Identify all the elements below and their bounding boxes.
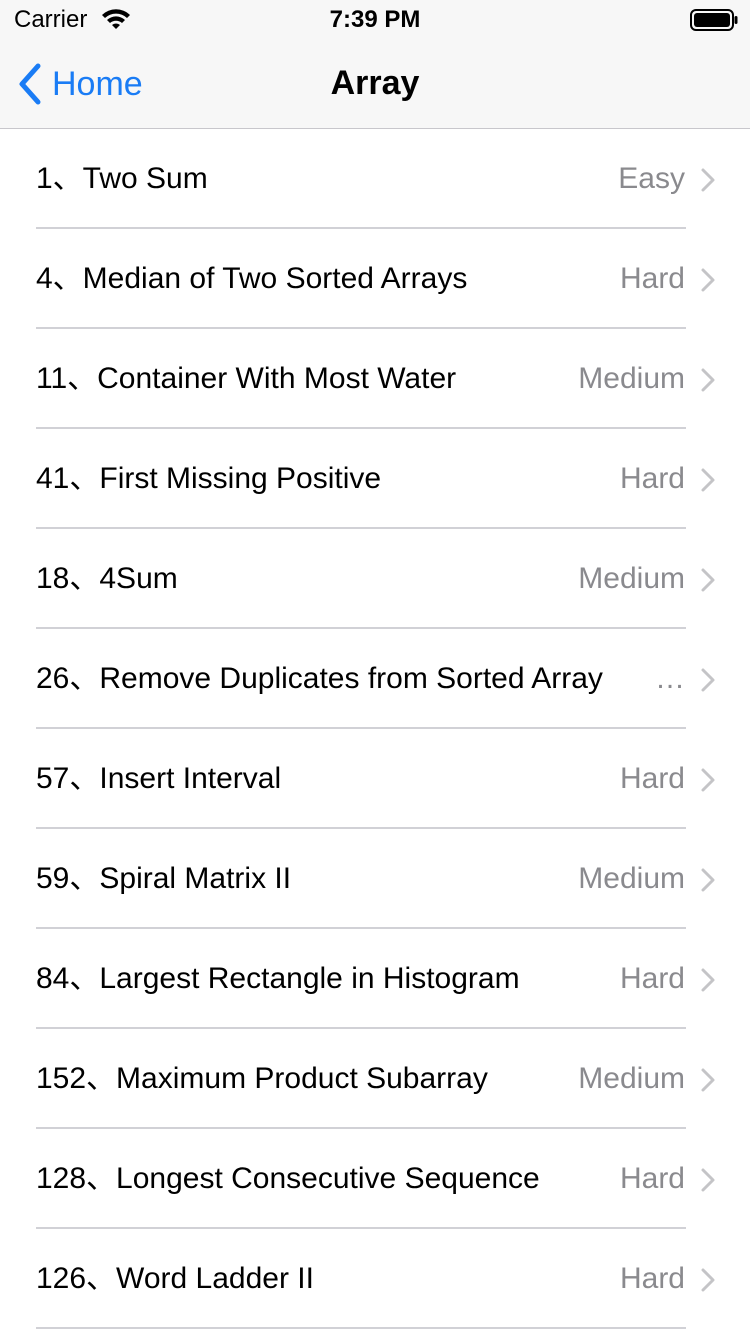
item-difficulty: Hard (619, 762, 685, 795)
list-item[interactable]: 4、Median of Two Sorted Arrays Hard (0, 229, 750, 329)
list-item[interactable]: 57、Insert Interval Hard (0, 729, 750, 829)
item-title: 1、Two Sum (36, 162, 208, 195)
status-time: 7:39 PM (329, 6, 421, 33)
item-title: 41、First Missing Positive (36, 462, 382, 495)
chevron-right-icon (701, 468, 715, 492)
list-item[interactable]: 26、Remove Duplicates from Sorted Array … (0, 629, 750, 729)
item-title: 59、Spiral Matrix II (36, 862, 292, 895)
item-difficulty: Medium (578, 1062, 685, 1095)
chevron-right-icon (701, 1168, 715, 1192)
list-item[interactable]: 41、First Missing Positive Hard (0, 429, 750, 529)
list-item[interactable]: 152、Maximum Product Subarray Medium (0, 1029, 750, 1129)
battery-icon (690, 9, 738, 31)
item-title: 18、4Sum (36, 562, 178, 595)
item-title: 152、Maximum Product Subarray (36, 1062, 488, 1095)
item-difficulty: Hard (619, 462, 685, 495)
list-item[interactable]: 84、Largest Rectangle in Histogram Hard (0, 929, 750, 1029)
chevron-right-icon (701, 868, 715, 892)
item-title: 126、Word Ladder II (36, 1262, 314, 1295)
list-item[interactable]: 128、Longest Consecutive Sequence Hard (0, 1129, 750, 1229)
chevron-right-icon (701, 668, 715, 692)
item-difficulty: Medium (578, 562, 685, 595)
row-separator (36, 1327, 686, 1329)
page-title: Array (330, 64, 420, 102)
chevron-right-icon (701, 268, 715, 292)
status-bar: Carrier 7:39 PM (0, 0, 750, 40)
chevron-right-icon (701, 1068, 715, 1092)
chevron-right-icon (701, 168, 715, 192)
item-title: 128、Longest Consecutive Sequence (36, 1162, 540, 1195)
item-difficulty: Medium (578, 362, 685, 395)
list-item[interactable]: 1、Two Sum Easy (0, 129, 750, 229)
list-item[interactable]: 126、Word Ladder II Hard (0, 1229, 750, 1329)
item-title: 11、Container With Most Water (36, 362, 457, 395)
item-title: 57、Insert Interval (36, 762, 282, 795)
item-difficulty: Hard (619, 262, 685, 295)
navigation-bar: Home Array (0, 40, 750, 129)
problem-list: 1、Two Sum Easy 4、Median of Two Sorted Ar… (0, 129, 750, 1329)
chevron-right-icon (701, 768, 715, 792)
list-item[interactable]: 11、Container With Most Water Medium (0, 329, 750, 429)
item-title: 26、Remove Duplicates from Sorted Array (36, 662, 603, 695)
chevron-right-icon (701, 568, 715, 592)
item-difficulty: Medium (578, 862, 685, 895)
item-difficulty: Easy (618, 162, 685, 195)
list-item[interactable]: 18、4Sum Medium (0, 529, 750, 629)
item-title: 84、Largest Rectangle in Histogram (36, 962, 520, 995)
chevron-right-icon (701, 368, 715, 392)
chevron-right-icon (701, 1268, 715, 1292)
item-title: 4、Median of Two Sorted Arrays (36, 262, 468, 295)
item-difficulty: Hard (619, 1262, 685, 1295)
list-item[interactable]: 59、Spiral Matrix II Medium (0, 829, 750, 929)
item-difficulty: Hard (619, 962, 685, 995)
item-difficulty: Hard (619, 1162, 685, 1195)
item-difficulty: … (655, 662, 685, 695)
chevron-right-icon (701, 968, 715, 992)
